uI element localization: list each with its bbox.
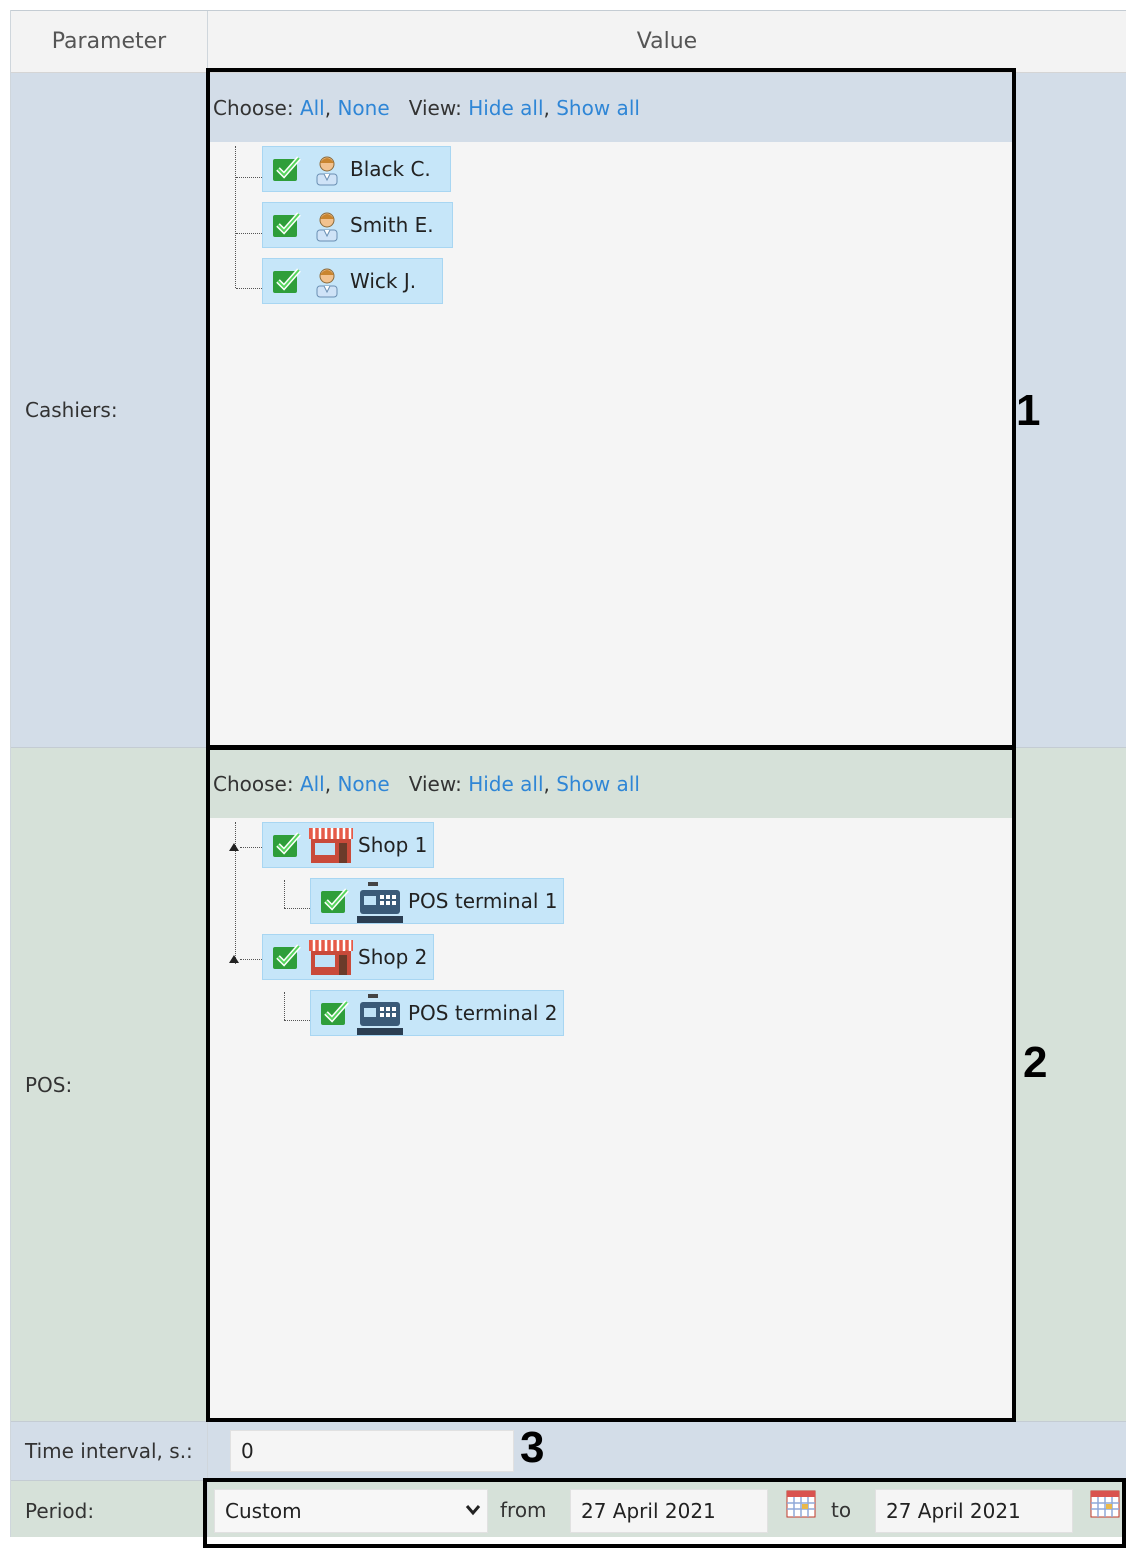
header-value: Value [208,10,1126,73]
callout-marker-3: 3 [520,1423,545,1472]
callout-frame-1 [206,68,1016,750]
pos-label: POS: [25,1073,73,1097]
grid-line [11,10,1126,11]
callout-marker-2: 2 [1023,1038,1048,1087]
period-label: Period: [25,1499,95,1523]
time-interval-label: Time interval, s.: [25,1439,193,1463]
callout-frame-3 [203,1478,1126,1548]
grid-line [10,10,11,1537]
callout-frame-2 [206,745,1016,1422]
cashiers-label: Cashiers: [25,398,118,422]
header-parameter: Parameter [11,10,207,73]
callout-marker-1: 1 [1016,386,1041,435]
time-interval-input[interactable]: 0 [230,1430,514,1472]
